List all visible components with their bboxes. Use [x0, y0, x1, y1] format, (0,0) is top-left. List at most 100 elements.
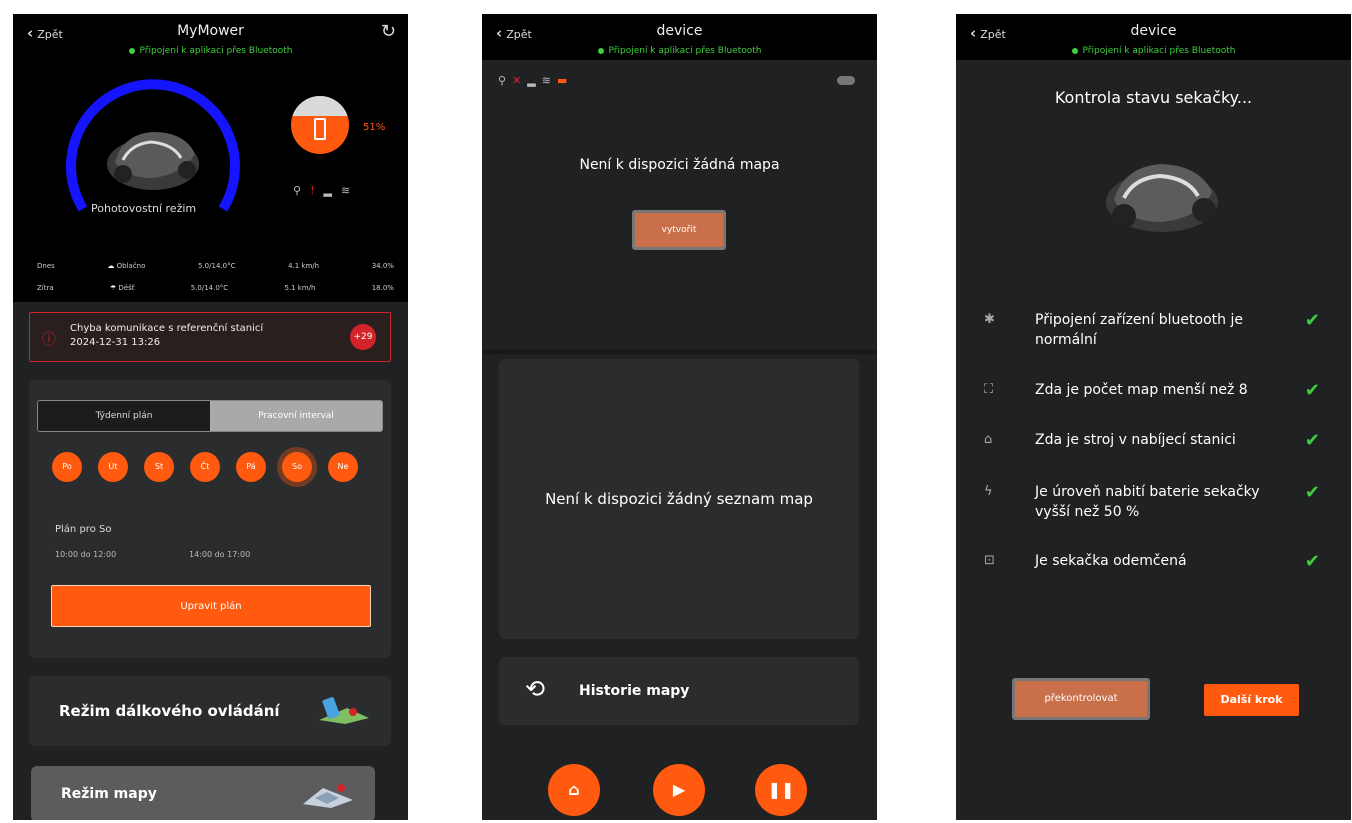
day-button[interactable]: Po: [52, 452, 82, 482]
rtk-icon: ⚲: [293, 184, 311, 197]
status-text: Připojení k aplikaci přes Bluetooth: [608, 46, 762, 56]
weather-temp: 5.0/14.0°C: [198, 262, 236, 270]
map-icon: ⛶: [984, 382, 994, 397]
wifi-icon: ≋: [340, 184, 360, 197]
check-text: Je sekačka odemčená: [1035, 553, 1187, 569]
mode-label: Pohotovostní režim: [91, 202, 197, 215]
bluetooth-icon: ✱: [984, 312, 995, 327]
alert-count-badge: +29: [350, 324, 376, 350]
device-map-screen: ‹ Zpět device Připojení k aplikaci přes B…: [482, 14, 877, 820]
top-bar: ‹ Zpět MyMower Připojení k aplikaci přes …: [13, 14, 408, 60]
map-history-button[interactable]: ⟲ Historie mapy: [499, 657, 859, 725]
wifi-icon: ≋: [541, 74, 557, 87]
device-status-icons: ⚲✕▂≋▬: [498, 74, 573, 87]
connection-status: Připojení k aplikaci přes Bluetooth: [956, 46, 1351, 56]
remote-control-mode-card[interactable]: Režim dálkového ovládání: [29, 676, 391, 746]
tab-weekly-plan[interactable]: Týdenní plán: [38, 401, 210, 431]
day-button[interactable]: Pá: [236, 452, 266, 482]
device-status-icons: ⚲!▂≋: [293, 184, 359, 197]
status-text: Připojení k aplikaci přes Bluetooth: [1082, 46, 1236, 56]
battery-empty-part: [291, 96, 349, 116]
weather-cond-label: Déšť: [118, 284, 135, 292]
alert-icon: ⓘ: [42, 332, 56, 348]
map-history-label: Historie mapy: [579, 683, 690, 699]
alert-date: 2024-12-31 13:26: [70, 337, 161, 348]
weather-temp: 5.0/14.0°C: [190, 284, 229, 292]
bolt-icon: ϟ: [984, 484, 993, 499]
day-selector: Po Út St Čt Pá So Ne: [52, 452, 358, 482]
check-text: Zda je stroj v nabíjecí stanici: [1035, 432, 1236, 448]
weather-row-today: Dnes ☁ Oblačno 5.0/14.0°C 4.1 km/h 34.0%: [37, 262, 394, 270]
no-map-message: Není k dispozici žádná mapa: [579, 157, 780, 173]
lock-icon: ⊡: [984, 553, 995, 568]
weather-cond: ☂ Déšť: [110, 284, 135, 292]
status-text: Připojení k aplikaci přes Bluetooth: [139, 46, 293, 56]
top-bar: ‹ Zpět device Připojení k aplikaci přes B…: [956, 14, 1351, 60]
divider: [482, 350, 877, 354]
check-text: Je úroveň nabití baterie sekačky vyšší n…: [1035, 484, 1260, 520]
weather-day: Dnes: [37, 262, 55, 270]
mower-image: [107, 132, 199, 190]
error-alert[interactable]: ⓘ Chyba komunikace s referenční stanicí …: [29, 312, 391, 362]
status-dot-icon: [128, 47, 135, 54]
day-button[interactable]: St: [144, 452, 174, 482]
weather-wind: 4.1 km/h: [288, 262, 320, 270]
map-mode-label: Režim mapy: [61, 786, 157, 802]
recheck-button[interactable]: překontrolovat: [1012, 678, 1150, 720]
check-text: Připojení zařízení bluetooth je normální: [1035, 312, 1243, 348]
page-title: device: [656, 23, 703, 39]
day-button-selected[interactable]: So: [282, 452, 312, 482]
time-slot: 14:00 do 17:00: [189, 550, 251, 559]
remote-mode-label: Režim dálkového ovládání: [59, 702, 280, 720]
tab-work-interval[interactable]: Pracovní interval: [210, 401, 382, 431]
mymower-screen: ‹ Zpět MyMower Připojení k aplikaci přes …: [13, 14, 408, 820]
station-icon: ⌂: [984, 432, 993, 447]
lower-panel: ⓘ Chyba komunikace s referenční stanicí …: [13, 302, 408, 820]
pause-button[interactable]: ❚❚: [755, 764, 807, 816]
mower-mini-icon: [837, 76, 855, 85]
start-button[interactable]: ▶: [653, 764, 705, 816]
mower-check-screen: ‹ Zpět device Připojení k aplikaci přes B…: [956, 14, 1351, 820]
top-bar: ‹ Zpět device Připojení k aplikaci přes B…: [482, 14, 877, 60]
time-slot: 10:00 do 12:00: [55, 550, 117, 559]
dock-icon: ⌂: [568, 780, 580, 799]
refresh-icon[interactable]: ↻: [381, 21, 396, 42]
checkmark-icon: ✔: [1304, 310, 1320, 331]
error-icon: ✕: [512, 74, 528, 87]
no-map-list-message: Není k dispozici žádný seznam map: [545, 490, 813, 508]
map-mode-card[interactable]: Režim mapy: [31, 766, 375, 820]
day-button[interactable]: Čt: [190, 452, 220, 482]
edit-plan-button[interactable]: Upravit plán: [51, 585, 371, 627]
alert-title: Chyba komunikace s referenční stanicí: [70, 323, 264, 334]
rain-cloud-icon: ☂: [109, 284, 117, 292]
history-icon: ⟲: [525, 675, 546, 703]
checkmark-icon: ✔: [1304, 482, 1320, 503]
battery-low-icon: ▬: [556, 74, 574, 87]
day-button[interactable]: Ne: [328, 452, 358, 482]
weather-rain: 34.0%: [371, 262, 394, 270]
checkmark-icon: ✔: [1304, 380, 1320, 401]
pause-icon: ❚❚: [767, 780, 795, 799]
error-icon: !: [310, 184, 324, 197]
weather-cond: ☁ Oblačno: [107, 262, 145, 270]
day-button[interactable]: Út: [98, 452, 128, 482]
weather-day: Zítra: [37, 284, 54, 292]
map-illustration: [303, 784, 353, 808]
next-step-button[interactable]: Další krok: [1204, 684, 1299, 716]
weather-wind: 5.1 km/h: [284, 284, 316, 292]
battery-percent: 51%: [363, 122, 386, 133]
checkmark-icon: ✔: [1304, 430, 1320, 451]
rtk-icon: ⚲: [498, 74, 513, 87]
return-to-dock-button[interactable]: ⌂: [548, 764, 600, 816]
play-icon: ▶: [672, 780, 686, 799]
check-heading: Kontrola stavu sekačky...: [1054, 88, 1253, 107]
battery-indicator: [291, 96, 349, 154]
signal-icon: ▂: [527, 74, 542, 87]
weather-rain: 18.0%: [371, 284, 394, 292]
mower-image: [1106, 164, 1218, 232]
weather-cond-label: Oblačno: [116, 262, 146, 270]
create-map-button[interactable]: vytvořit: [632, 210, 726, 250]
connection-status: Připojení k aplikaci přes Bluetooth: [482, 46, 877, 56]
map-list-panel: Není k dispozici žádný seznam map: [499, 359, 859, 639]
checkmark-icon: ✔: [1304, 551, 1320, 572]
